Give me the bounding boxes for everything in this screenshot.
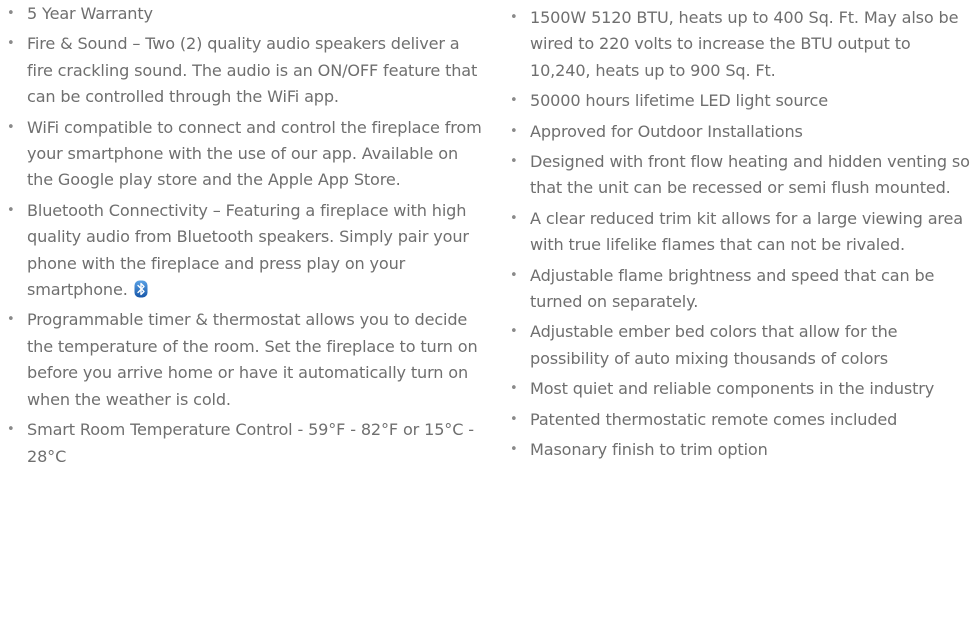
feature-text: WiFi compatible to connect and control t… — [27, 117, 482, 190]
bluetooth-icon — [134, 280, 148, 298]
left-feature-column: 5 Year Warranty Fire & Sound – Two (2) q… — [4, 0, 482, 474]
list-item: A clear reduced trim kit allows for a la… — [507, 206, 971, 259]
feature-text: 5 Year Warranty — [27, 4, 153, 23]
feature-text: Designed with front flow heating and hid… — [530, 152, 970, 198]
list-item: WiFi compatible to connect and control t… — [4, 115, 482, 194]
feature-text: Most quiet and reliable components in th… — [530, 379, 935, 399]
feature-text: 1500W 5120 BTU, heats up to 400 Sq. Ft. … — [530, 8, 959, 80]
feature-text: Adjustable flame brightness and speed th… — [530, 265, 935, 312]
feature-text: Adjustable ember bed colors that allow f… — [530, 322, 898, 368]
list-item: Designed with front flow heating and hid… — [507, 149, 971, 202]
feature-text: Smart Room Temperature Control - 59°F - … — [27, 420, 474, 466]
list-item: 1500W 5120 BTU, heats up to 400 Sq. Ft. … — [507, 5, 971, 84]
list-item: 5 Year Warranty — [4, 1, 482, 28]
feature-list-right: 1500W 5120 BTU, heats up to 400 Sq. Ft. … — [507, 0, 971, 464]
feature-list-left: 5 Year Warranty Fire & Sound – Two (2) q… — [4, 0, 482, 470]
list-item: 50000 hours lifetime LED light source — [507, 88, 971, 115]
right-feature-column: 1500W 5120 BTU, heats up to 400 Sq. Ft. … — [507, 0, 971, 468]
list-item: Adjustable flame brightness and speed th… — [507, 263, 971, 316]
list-item: Programmable timer & thermostat allows y… — [4, 307, 482, 413]
list-item: Approved for Outdoor Installations — [507, 119, 971, 146]
list-item: Masonary finish to trim option — [507, 437, 971, 464]
feature-text: Bluetooth Connectivity – Featuring a fir… — [27, 200, 469, 300]
list-item: Fire & Sound – Two (2) quality audio spe… — [4, 31, 482, 110]
feature-text: Approved for Outdoor Installations — [530, 121, 803, 141]
feature-text: Fire & Sound – Two (2) quality audio spe… — [27, 34, 478, 107]
list-item: Most quiet and reliable components in th… — [507, 376, 971, 403]
list-item: Bluetooth Connectivity – Featuring a fir… — [4, 198, 482, 304]
feature-text: A clear reduced trim kit allows for a la… — [530, 208, 963, 255]
list-item: Smart Room Temperature Control - 59°F - … — [4, 417, 482, 470]
list-item: Patented thermostatic remote comes inclu… — [507, 407, 971, 434]
feature-text: Programmable timer & thermostat allows y… — [27, 310, 478, 409]
feature-text: Patented thermostatic remote comes inclu… — [530, 409, 898, 429]
feature-text: Masonary finish to trim option — [530, 440, 768, 460]
list-item: Adjustable ember bed colors that allow f… — [507, 319, 971, 372]
feature-text: 50000 hours lifetime LED light source — [530, 91, 828, 111]
